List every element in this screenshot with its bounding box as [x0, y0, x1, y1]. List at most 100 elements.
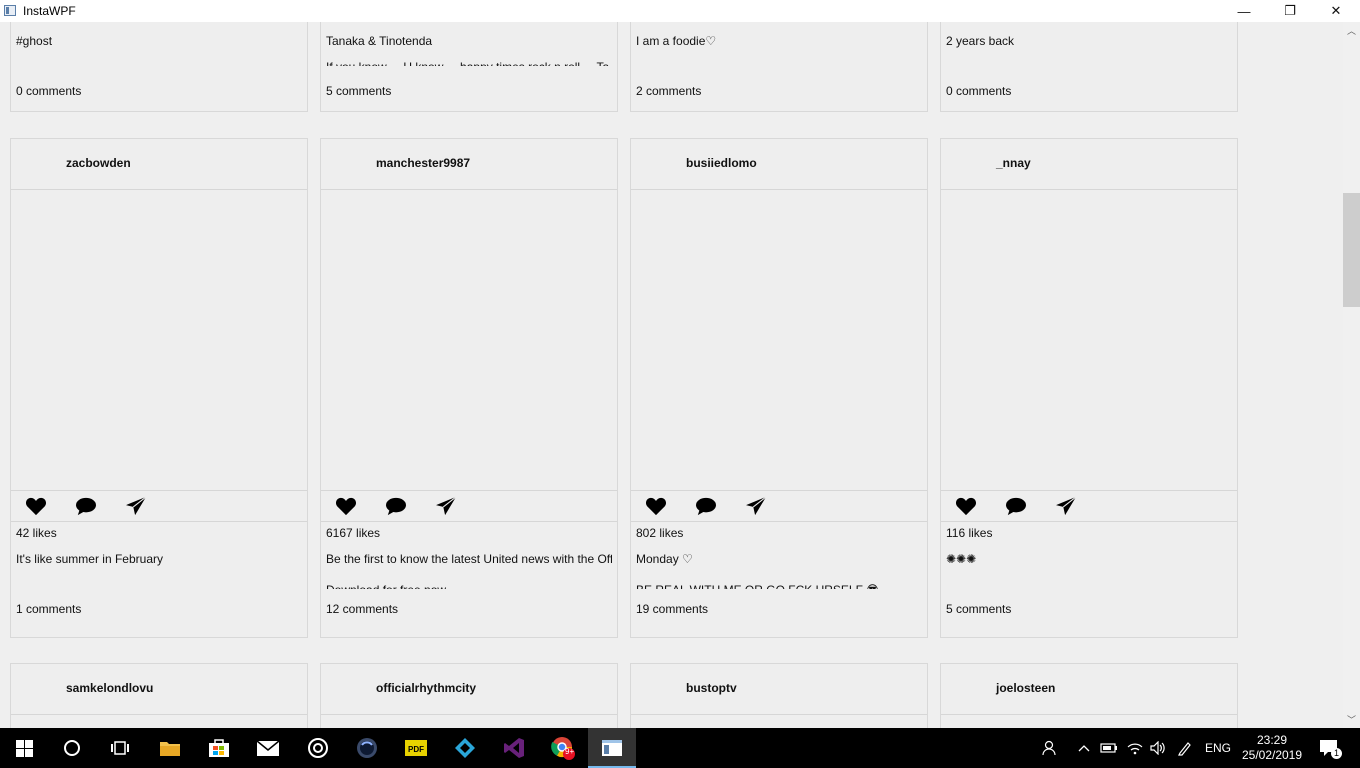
cortana-icon[interactable] — [48, 728, 96, 768]
mail-icon[interactable] — [244, 728, 292, 768]
post-caption: Monday ♡ — [636, 552, 693, 566]
notification-count: 1 — [1331, 748, 1342, 759]
volume-icon[interactable] — [1147, 728, 1169, 768]
post-card: I am a foodie♡ 2 comments — [630, 22, 928, 112]
clock-time: 23:29 — [1256, 733, 1288, 747]
share-send-icon[interactable] — [435, 496, 457, 516]
post-card: Tanaka & Tinotenda If you know ... U kno… — [320, 22, 618, 112]
window-title: InstaWPF — [23, 4, 76, 18]
post-header: joelosteen — [941, 664, 1237, 715]
svg-text:PDF: PDF — [408, 745, 424, 754]
visual-studio-icon[interactable] — [490, 728, 538, 768]
post-caption: 2 years back — [946, 34, 1015, 48]
post-actions — [631, 491, 927, 522]
post-caption-extra — [16, 583, 302, 589]
post-header: samkelondlovu — [11, 664, 307, 715]
post-caption-extra: Download for free now — [326, 583, 612, 589]
comments-link[interactable]: 5 comments — [326, 84, 391, 98]
vertical-scrollbar[interactable]: ︿ ﹀ — [1343, 22, 1360, 728]
post-header: officialrhythmcity — [321, 664, 617, 715]
like-heart-icon[interactable] — [25, 496, 47, 516]
post-header: manchester9987 — [321, 139, 617, 190]
post-header: bustoptv — [631, 664, 927, 715]
post-username[interactable]: busiiedlomo — [686, 156, 757, 170]
post-header: zacbowden — [11, 139, 307, 190]
post-image[interactable] — [941, 190, 1237, 491]
kodi-icon[interactable] — [441, 728, 489, 768]
restore-button[interactable]: ❐ — [1267, 0, 1313, 22]
comment-bubble-icon[interactable] — [385, 496, 407, 516]
share-send-icon[interactable] — [125, 496, 147, 516]
likes-count: 6167 likes — [326, 526, 381, 540]
scroll-up-arrow-icon[interactable]: ︿ — [1343, 22, 1360, 39]
scrollbar-thumb[interactable] — [1343, 193, 1360, 307]
post-username[interactable]: _nnay — [996, 156, 1031, 170]
chrome-icon[interactable]: 9+ — [539, 728, 587, 768]
comments-link[interactable]: 12 comments — [326, 602, 398, 616]
minimize-button[interactable]: — — [1221, 0, 1267, 22]
comments-link[interactable]: 0 comments — [946, 84, 1011, 98]
post-username[interactable]: manchester9987 — [376, 156, 470, 170]
feed-scroll-area[interactable]: #ghost 0 comments Tanaka & Tinotenda If … — [0, 22, 1343, 728]
post-image[interactable] — [11, 190, 307, 491]
post-header: _nnay — [941, 139, 1237, 190]
share-send-icon[interactable] — [745, 496, 767, 516]
windows-start-icon[interactable] — [0, 728, 48, 768]
post-caption: I am a foodie♡ — [636, 34, 717, 48]
likes-count: 802 likes — [636, 526, 684, 540]
post-username[interactable]: samkelondlovu — [66, 681, 153, 695]
file-explorer-icon[interactable] — [146, 728, 194, 768]
close-button[interactable]: ✕ — [1313, 0, 1359, 22]
store-icon[interactable] — [195, 728, 243, 768]
people-icon[interactable] — [1036, 728, 1062, 768]
post-card: officialrhythmcity — [320, 663, 618, 728]
post-caption: #ghost — [16, 34, 53, 48]
like-heart-icon[interactable] — [335, 496, 357, 516]
post-caption-extra: If you know ... U know ... happy times r… — [326, 60, 612, 66]
wifi-icon[interactable] — [1124, 728, 1146, 768]
comments-link[interactable]: 2 comments — [636, 84, 701, 98]
post-image[interactable] — [631, 190, 927, 491]
title-bar: InstaWPF — ❐ ✕ — [0, 0, 1360, 22]
comment-bubble-icon[interactable] — [695, 496, 717, 516]
post-username[interactable]: officialrhythmcity — [376, 681, 476, 695]
chevron-up-icon[interactable] — [1076, 728, 1092, 768]
share-send-icon[interactable] — [1055, 496, 1077, 516]
post-card: busiiedlomo 802 likes Monday ♡ BE REAL W… — [630, 138, 928, 638]
post-image[interactable] — [321, 190, 617, 491]
task-view-icon[interactable] — [96, 728, 144, 768]
like-heart-icon[interactable] — [955, 496, 977, 516]
post-username[interactable]: zacbowden — [66, 156, 131, 170]
battery-icon[interactable] — [1098, 728, 1120, 768]
clock-date: 25/02/2019 — [1241, 748, 1303, 762]
post-username[interactable]: bustoptv — [686, 681, 737, 695]
post-card: samkelondlovu — [10, 663, 308, 728]
app-icon — [4, 5, 16, 16]
instawpf-app-icon[interactable] — [588, 728, 636, 768]
post-caption: Be the first to know the latest United n… — [326, 552, 612, 566]
comment-bubble-icon[interactable] — [1005, 496, 1027, 516]
post-card: joelosteen — [940, 663, 1238, 728]
comments-link[interactable]: 19 comments — [636, 602, 708, 616]
comment-bubble-icon[interactable] — [75, 496, 97, 516]
like-heart-icon[interactable] — [645, 496, 667, 516]
comments-link[interactable]: 5 comments — [946, 602, 1011, 616]
likes-count: 42 likes — [16, 526, 57, 540]
language-indicator[interactable]: ENG — [1202, 728, 1234, 768]
post-card: zacbowden 42 likes It's like summer in F… — [10, 138, 308, 638]
scroll-down-arrow-icon[interactable]: ﹀ — [1343, 711, 1360, 728]
comments-link[interactable]: 0 comments — [16, 84, 81, 98]
cinema4d-icon[interactable] — [343, 728, 391, 768]
post-username[interactable]: joelosteen — [996, 681, 1055, 695]
pdf-icon[interactable]: PDF — [392, 728, 440, 768]
post-caption-extra — [946, 60, 1232, 66]
clock[interactable]: 23:29 25/02/2019 — [1240, 728, 1304, 768]
post-card: 2 years back 0 comments — [940, 22, 1238, 112]
notification-center-icon[interactable]: 1 — [1312, 728, 1346, 768]
post-card: manchester9987 6167 likes Be the first t… — [320, 138, 618, 638]
likes-count: 116 likes — [946, 526, 993, 540]
taskbar: PDF 9+ ENG 23:29 25/02/2019 1 — [0, 728, 1360, 768]
comments-link[interactable]: 1 comments — [16, 602, 81, 616]
media-player-icon[interactable] — [294, 728, 342, 768]
pen-workspace-icon[interactable] — [1174, 728, 1196, 768]
